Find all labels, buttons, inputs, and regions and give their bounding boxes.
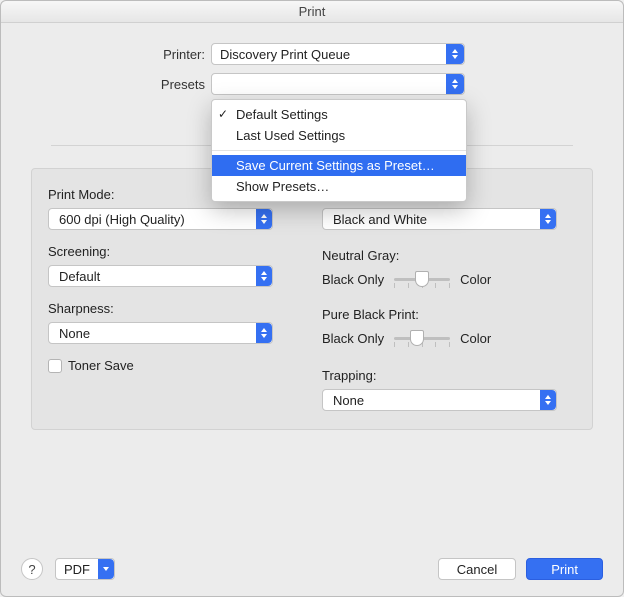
toner-save-checkbox[interactable] bbox=[48, 359, 62, 373]
presets-dropdown: ✓ Default Settings Last Used Settings Sa… bbox=[211, 99, 467, 202]
chevron-updown-icon bbox=[540, 390, 556, 410]
pdf-menu-button[interactable]: PDF bbox=[55, 558, 115, 580]
print-mode-value: 600 dpi (High Quality) bbox=[59, 212, 185, 227]
dropdown-item-label: Last Used Settings bbox=[236, 128, 345, 143]
slider-label-black-only: Black Only bbox=[322, 272, 384, 287]
toner-save-label: Toner Save bbox=[68, 358, 134, 373]
dropdown-item-label: Save Current Settings as Preset… bbox=[236, 158, 435, 173]
printer-select-value: Discovery Print Queue bbox=[220, 47, 350, 62]
screening-select[interactable]: Default bbox=[48, 265, 273, 287]
dropdown-item-label: Default Settings bbox=[236, 107, 328, 122]
presets-option-show-presets[interactable]: Show Presets… bbox=[212, 176, 466, 197]
chevron-updown-icon bbox=[256, 323, 272, 343]
sharpness-value: None bbox=[59, 326, 90, 341]
dropdown-separator bbox=[212, 150, 466, 151]
chevron-updown-icon bbox=[446, 44, 464, 64]
screening-value: Default bbox=[59, 269, 100, 284]
chevron-down-icon bbox=[98, 559, 114, 579]
chevron-updown-icon bbox=[540, 209, 556, 229]
pdf-button-label: PDF bbox=[64, 562, 90, 577]
presets-select[interactable] bbox=[211, 73, 465, 95]
dropdown-item-label: Show Presets… bbox=[236, 179, 329, 194]
cancel-button[interactable]: Cancel bbox=[438, 558, 516, 580]
chevron-updown-icon bbox=[256, 266, 272, 286]
window-title: Print bbox=[1, 1, 623, 23]
neutral-gray-slider[interactable] bbox=[394, 269, 450, 289]
chevron-updown-icon bbox=[256, 209, 272, 229]
slider-label-black-only: Black Only bbox=[322, 331, 384, 346]
trapping-value: None bbox=[333, 393, 364, 408]
sharpness-select[interactable]: None bbox=[48, 322, 273, 344]
sharpness-label: Sharpness: bbox=[48, 301, 302, 316]
slider-label-color: Color bbox=[460, 331, 491, 346]
print-button[interactable]: Print bbox=[526, 558, 603, 580]
pure-black-label: Pure Black Print: bbox=[322, 307, 576, 322]
check-icon: ✓ bbox=[218, 107, 228, 121]
printer-label: Printer: bbox=[21, 47, 211, 62]
pure-black-slider[interactable] bbox=[394, 328, 450, 348]
presets-option-last-used[interactable]: Last Used Settings bbox=[212, 125, 466, 146]
trapping-select[interactable]: None bbox=[322, 389, 557, 411]
trapping-label: Trapping: bbox=[322, 368, 576, 383]
chevron-updown-icon bbox=[446, 74, 464, 94]
screening-label: Screening: bbox=[48, 244, 302, 259]
presets-option-default[interactable]: ✓ Default Settings bbox=[212, 104, 466, 125]
slider-label-color: Color bbox=[460, 272, 491, 287]
presets-label: Presets bbox=[21, 77, 211, 92]
neutral-gray-label: Neutral Gray: bbox=[322, 248, 576, 263]
help-button[interactable]: ? bbox=[21, 558, 43, 580]
color-mode-value: Black and White bbox=[333, 212, 427, 227]
presets-option-save-as-preset[interactable]: Save Current Settings as Preset… bbox=[212, 155, 466, 176]
printer-select[interactable]: Discovery Print Queue bbox=[211, 43, 465, 65]
print-mode-select[interactable]: 600 dpi (High Quality) bbox=[48, 208, 273, 230]
color-mode-select[interactable]: Black and White bbox=[322, 208, 557, 230]
